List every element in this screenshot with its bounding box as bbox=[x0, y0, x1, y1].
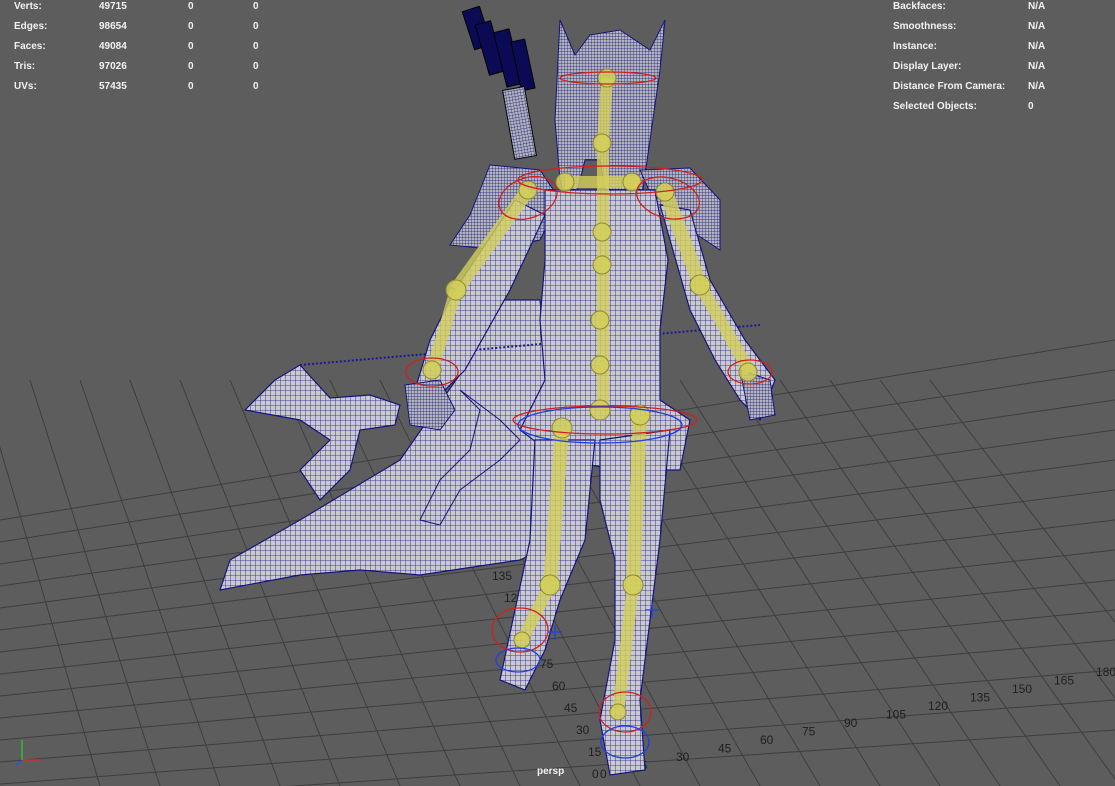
hud-info-label: Selected Objects: bbox=[893, 101, 977, 112]
character-model bbox=[219, 5, 776, 776]
hud-info-value: N/A bbox=[1028, 41, 1046, 52]
quiver bbox=[461, 5, 538, 160]
hud-stat-row: UVs: 57435 0 0 bbox=[14, 77, 294, 97]
hud-stat-value: 0 bbox=[253, 81, 259, 92]
grid-label: 90 bbox=[844, 716, 858, 730]
hud-stat-value: 97026 bbox=[99, 61, 127, 72]
hud-stat-value: 0 bbox=[253, 41, 259, 52]
hud-info-label: Distance From Camera: bbox=[893, 81, 1006, 92]
hud-stat-value: 49084 bbox=[99, 41, 127, 52]
hud-info-value: N/A bbox=[1028, 61, 1046, 72]
hud-stat-value: 0 bbox=[188, 1, 194, 12]
hud-stat-label: Verts: bbox=[14, 1, 42, 12]
hud-stat-label: Tris: bbox=[14, 61, 36, 72]
hud-stat-label: Faces: bbox=[14, 41, 46, 52]
hud-info-row: Display Layer: N/A bbox=[893, 57, 1108, 77]
grid-label: 165 bbox=[1054, 674, 1074, 688]
hud-info-label: Smoothness: bbox=[893, 21, 957, 32]
scene-canvas[interactable]: 0153045607590105120135150165180015304560… bbox=[0, 0, 1115, 786]
hud-info-row: Instance: N/A bbox=[893, 37, 1108, 57]
camera-label: persp bbox=[537, 766, 565, 777]
grid-line bbox=[729, 379, 1001, 786]
hud-info-value: N/A bbox=[1028, 1, 1046, 12]
hud-stat-value: 0 bbox=[188, 61, 194, 72]
hud-stat-value: 98654 bbox=[99, 21, 127, 32]
hud-stat-value: 0 bbox=[253, 61, 259, 72]
hud-info-row: Selected Objects: 0 bbox=[893, 97, 1108, 117]
grid-label: 150 bbox=[1012, 682, 1032, 696]
grid-label: 30 bbox=[576, 723, 590, 737]
hud-stat-row: Faces: 49084 0 0 bbox=[14, 37, 294, 57]
grid-label: 0 bbox=[592, 767, 599, 781]
poly-count-hud: Verts: 49715 0 0 Edges: 98654 0 0 Faces: 49084 0 0 T… bbox=[14, 0, 294, 97]
grid-label: 105 bbox=[886, 708, 906, 722]
hud-stat-value: 57435 bbox=[99, 81, 127, 92]
hud-info-label: Display Layer: bbox=[893, 61, 962, 72]
hud-stat-value: 0 bbox=[253, 21, 259, 32]
grid-line bbox=[29, 379, 161, 786]
grid-line bbox=[286, 729, 1115, 786]
hud-stat-value: 49715 bbox=[99, 1, 127, 12]
grid-line bbox=[879, 379, 1115, 699]
object-info-hud: Backfaces: N/A Smoothness: N/A Instance: N/A D… bbox=[893, 0, 1108, 117]
grid-label: 120 bbox=[928, 699, 948, 713]
hud-info-value: N/A bbox=[1028, 21, 1046, 32]
hud-stat-row: Verts: 49715 0 0 bbox=[14, 0, 294, 17]
grid-label: 45 bbox=[564, 701, 578, 715]
maya-viewport[interactable]: 0153045607590105120135150165180015304560… bbox=[0, 0, 1115, 786]
hud-info-value: N/A bbox=[1028, 81, 1046, 92]
hud-stat-value: 0 bbox=[188, 81, 194, 92]
grid-labels: 0153045607590105120135150165180015304560… bbox=[492, 569, 1115, 781]
grid-label: 15 bbox=[588, 745, 602, 759]
hud-stat-value: 0 bbox=[188, 41, 194, 52]
grid-label: 45 bbox=[718, 742, 732, 756]
grid-line bbox=[79, 379, 221, 786]
hud-stat-row: Tris: 97026 0 0 bbox=[14, 57, 294, 77]
hud-info-value: 0 bbox=[1028, 101, 1034, 112]
hud-stat-label: Edges: bbox=[14, 21, 48, 32]
grid-label: 0 bbox=[600, 767, 607, 781]
grid-label: 30 bbox=[676, 750, 690, 764]
grid-label: 75 bbox=[802, 725, 816, 739]
hud-info-label: Instance: bbox=[893, 41, 937, 52]
grid-label: 135 bbox=[970, 691, 990, 705]
hud-stat-row: Edges: 98654 0 0 bbox=[14, 17, 294, 37]
grid-label: 75 bbox=[540, 657, 554, 671]
grid-line bbox=[829, 379, 1115, 780]
grid-label: 60 bbox=[552, 679, 566, 693]
hud-stat-value: 0 bbox=[253, 1, 259, 12]
hud-info-row: Smoothness: N/A bbox=[893, 17, 1108, 37]
grid-label: 60 bbox=[760, 733, 774, 747]
hud-stat-label: UVs: bbox=[14, 81, 37, 92]
hud-info-label: Backfaces: bbox=[893, 1, 946, 12]
hud-info-row: Backfaces: N/A bbox=[893, 0, 1108, 17]
axis-gizmo-icon bbox=[15, 740, 42, 767]
hud-info-row: Distance From Camera: N/A bbox=[893, 77, 1108, 97]
hud-stat-value: 0 bbox=[188, 21, 194, 32]
grid-label: 180 bbox=[1096, 665, 1115, 679]
grid-label: 135 bbox=[492, 569, 512, 583]
